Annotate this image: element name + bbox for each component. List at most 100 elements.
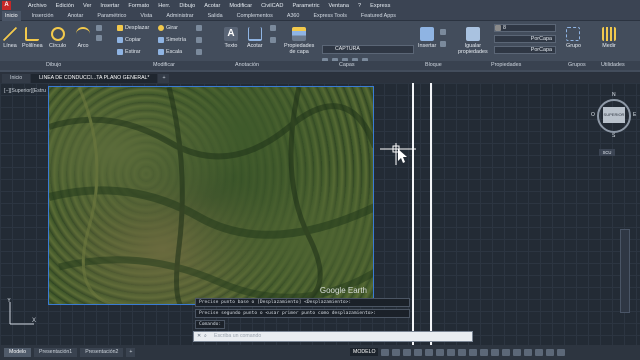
lineweight-dropdown[interactable]: PorCapa <box>494 46 556 54</box>
tab-salida[interactable]: Salida <box>205 11 226 21</box>
menu-archivo[interactable]: Archivo <box>28 3 47 9</box>
panel-propiedades[interactable]: Propiedades <box>491 62 521 68</box>
grid-icon[interactable] <box>381 348 390 356</box>
tab-layout2[interactable]: Presentación2 <box>80 348 124 357</box>
tab-vista[interactable]: Vista <box>137 11 155 21</box>
menu-parametric[interactable]: Parametric <box>292 3 319 9</box>
trim-button[interactable] <box>196 25 202 31</box>
menu-dibujo[interactable]: Dibujo <box>179 3 195 9</box>
arc-button[interactable]: Arco <box>76 27 90 49</box>
viewcube[interactable]: SUPERIOR N S E O SCU <box>591 92 636 156</box>
snap-icon[interactable] <box>392 348 401 356</box>
text-button[interactable]: A Texto <box>224 27 238 49</box>
viewcube-north[interactable]: N <box>612 92 616 98</box>
fillet-button[interactable] <box>196 37 202 43</box>
ortho-icon[interactable] <box>403 348 412 356</box>
menu-ventana[interactable]: Ventana <box>329 3 350 9</box>
menu-express[interactable]: Express <box>370 3 390 9</box>
linetype-dropdown[interactable]: PorCapa <box>494 35 556 43</box>
tab-complementos[interactable]: Complementos <box>234 11 276 21</box>
circle-button[interactable]: Círculo <box>49 27 66 49</box>
drawing-line[interactable] <box>430 83 432 345</box>
tab-featured-apps[interactable]: Featured Apps <box>358 11 399 21</box>
search-icon[interactable]: ⌕ <box>204 332 207 341</box>
scale-button[interactable]: Escala <box>158 49 182 55</box>
tab-model[interactable]: Modelo <box>4 348 32 357</box>
color-dropdown[interactable]: 8 <box>494 24 556 32</box>
line-button[interactable]: Línea <box>3 27 17 49</box>
measure-button[interactable]: Medir <box>602 27 616 49</box>
tab-anotar[interactable]: Anotar <box>64 11 86 21</box>
customize-icon[interactable] <box>557 348 566 356</box>
viewcube-east[interactable]: E <box>633 112 636 118</box>
drawing-line[interactable] <box>412 83 414 345</box>
dimension-button[interactable]: Acotar <box>247 27 263 49</box>
edit-block-button[interactable] <box>440 41 446 47</box>
polar-icon[interactable] <box>414 348 423 356</box>
tab-administrar[interactable]: Administrar <box>163 11 196 21</box>
create-block-button[interactable] <box>440 29 446 35</box>
leader-button[interactable] <box>270 25 276 31</box>
transparency-icon[interactable] <box>458 348 467 356</box>
viewcube-west[interactable]: O <box>591 112 595 118</box>
dibujo-extra-2[interactable] <box>96 35 102 41</box>
panel-anotacion[interactable]: Anotación <box>235 62 259 68</box>
app-menu-icon[interactable]: A <box>2 1 11 10</box>
panel-modificar[interactable]: Modificar <box>153 62 175 68</box>
layer-dropdown[interactable]: CAPTURA <box>322 45 414 54</box>
mirror-button[interactable]: Simetría <box>158 37 186 43</box>
menu-help[interactable]: ? <box>358 3 361 9</box>
menu-edicion[interactable]: Edición <box>56 3 74 9</box>
menu-insertar[interactable]: Insertar <box>100 3 119 9</box>
selection-cycle-icon[interactable] <box>469 348 478 356</box>
viewcube-south[interactable]: S <box>612 133 615 139</box>
copy-button[interactable]: Copiar <box>117 37 141 43</box>
close-icon[interactable]: ✕ <box>197 332 201 341</box>
menu-civilcad[interactable]: CivilCAD <box>261 3 283 9</box>
menu-acotar[interactable]: Acotar <box>204 3 220 9</box>
file-tab-drawing[interactable]: LINEA DE CONDUCCI...TA PLANO GENERAL* <box>31 74 158 83</box>
panel-capas[interactable]: Capas <box>339 62 355 68</box>
model-space-button[interactable]: MODELO <box>350 348 379 356</box>
panel-dibujo[interactable]: Dibujo <box>46 62 61 68</box>
drawing-canvas[interactable]: [−][Superior][Estru Google Earth Y X SUP… <box>0 83 640 345</box>
tab-a360[interactable]: A360 <box>284 11 303 21</box>
units-icon[interactable] <box>513 348 522 356</box>
lineweight-icon[interactable] <box>447 348 456 356</box>
hardware-accel-icon[interactable] <box>535 348 544 356</box>
menu-ver[interactable]: Ver <box>83 3 91 9</box>
menu-formato[interactable]: Formato <box>128 3 149 9</box>
tab-layout1[interactable]: Presentación1 <box>34 348 78 357</box>
tab-inicio[interactable]: Inicio <box>2 10 21 21</box>
match-properties-button[interactable]: Igualar propiedades <box>458 27 488 55</box>
insert-button[interactable]: Insertar <box>418 27 436 49</box>
stretch-button[interactable]: Estirar <box>117 49 141 55</box>
group-button[interactable]: Grupo <box>566 27 581 49</box>
annotation-monitor-icon[interactable] <box>502 348 511 356</box>
viewcube-top-face[interactable]: SUPERIOR <box>603 107 625 123</box>
new-tab-button[interactable]: + <box>158 74 170 83</box>
array-button[interactable] <box>196 49 202 55</box>
menu-modificar[interactable]: Modificar <box>229 3 252 9</box>
tab-insercion[interactable]: Inserción <box>29 11 57 21</box>
clean-screen-icon[interactable] <box>546 348 555 356</box>
file-tab-start[interactable]: Inicio <box>2 74 31 83</box>
panel-grupos[interactable]: Grupos <box>568 62 586 68</box>
isolate-icon[interactable] <box>524 348 533 356</box>
dibujo-extra-1[interactable] <box>96 25 102 31</box>
ucs-menu[interactable]: SCU <box>599 149 615 156</box>
menu-herr[interactable]: Herr. <box>158 3 170 9</box>
viewport-controls[interactable]: [−][Superior][Estru <box>4 88 46 94</box>
table-button[interactable] <box>270 37 276 43</box>
panel-utilidades[interactable]: Utilidades <box>601 62 625 68</box>
annotation-scale-icon[interactable] <box>480 348 489 356</box>
layer-properties-button[interactable]: Propiedades de capa <box>284 27 314 55</box>
osnap-icon[interactable] <box>425 348 434 356</box>
polyline-button[interactable]: Polilínea <box>22 27 43 49</box>
move-button[interactable]: Desplazar <box>117 25 149 31</box>
new-layout-button[interactable]: + <box>126 348 136 357</box>
satellite-image[interactable]: Google Earth <box>48 86 374 305</box>
otrack-icon[interactable] <box>436 348 445 356</box>
panel-bloque[interactable]: Bloque <box>425 62 442 68</box>
rotate-button[interactable]: Girar <box>158 25 178 31</box>
